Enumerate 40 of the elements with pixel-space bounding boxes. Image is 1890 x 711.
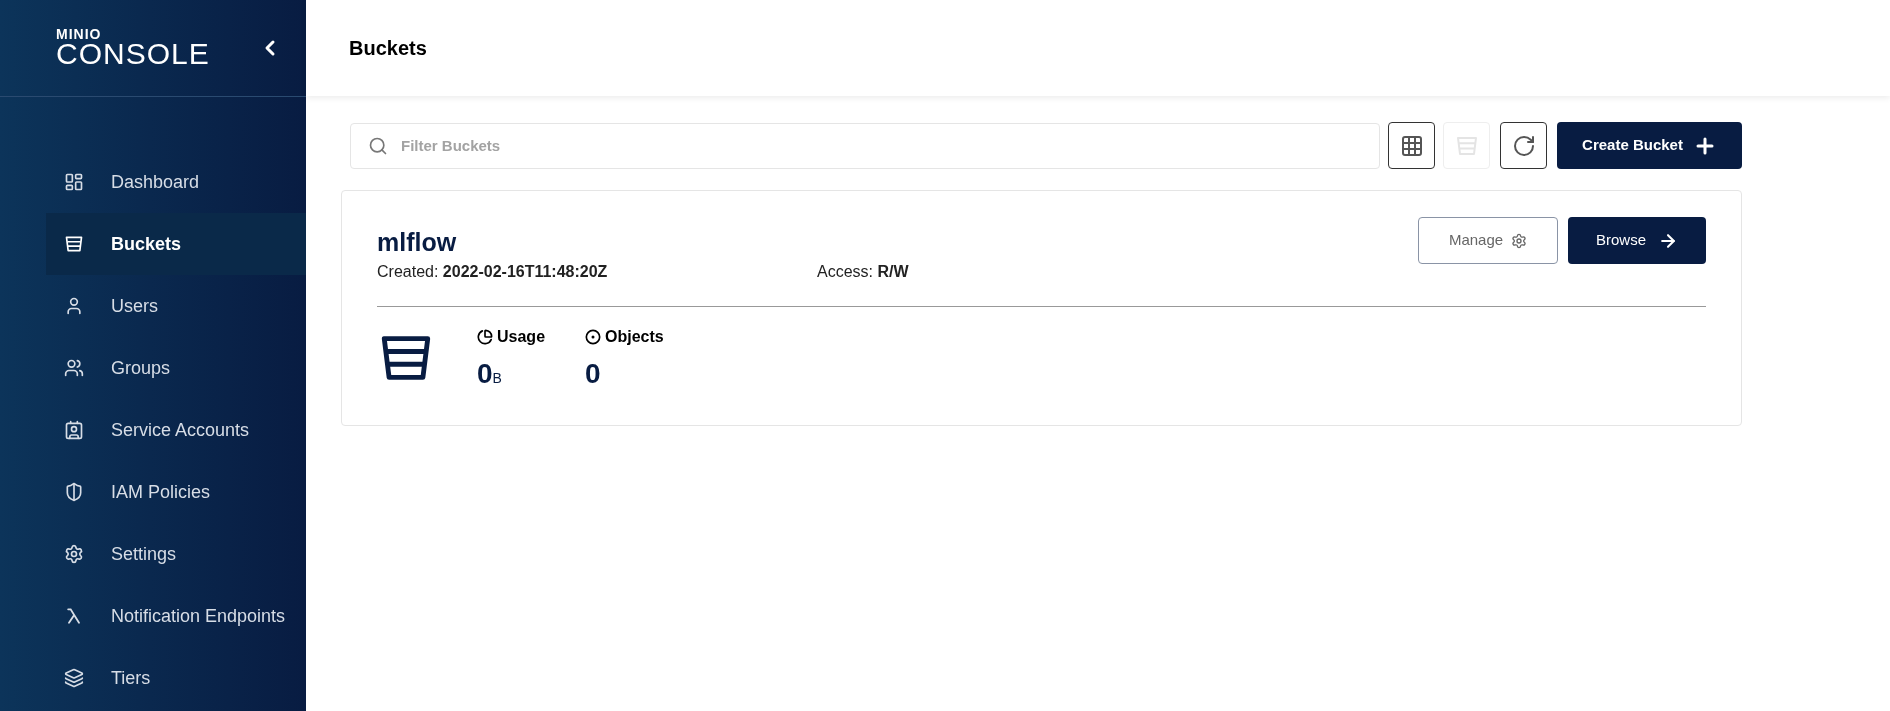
nav-item[interactable]: Service Accounts (46, 399, 306, 461)
settings-icon (64, 544, 84, 564)
nav-item[interactable]: IAM Policies (46, 461, 306, 523)
refresh-icon (1511, 133, 1536, 158)
usage-label: Usage (497, 327, 546, 348)
id-card-icon (64, 420, 84, 440)
create-bucket-button[interactable]: Create Bucket (1557, 122, 1742, 169)
refresh-button[interactable] (1500, 122, 1547, 169)
layers-icon (64, 668, 84, 688)
logo-product: CONSOLE (56, 39, 210, 69)
shield-icon (64, 482, 84, 502)
dashboard-icon (64, 172, 84, 192)
nav-item[interactable]: Tiers (46, 647, 306, 709)
objects-icon (585, 329, 602, 346)
settings-icon (1511, 232, 1528, 249)
objects-value: 0 (585, 357, 602, 392)
logo-brand: MINIO (56, 27, 103, 41)
group-icon (64, 358, 84, 378)
nav-item[interactable]: Users (46, 275, 306, 337)
nav-item[interactable]: Settings (46, 523, 306, 585)
grid-view-button[interactable] (1388, 122, 1435, 169)
bucket-name[interactable]: mlflow (377, 227, 1418, 259)
created-date: Created: 2022-02-16T11:48:20Z (377, 262, 609, 283)
usage-unit: B (492, 370, 502, 387)
search-icon (368, 135, 388, 156)
nav-item[interactable]: Buckets (46, 213, 306, 275)
access-info: Access: R/W (817, 262, 909, 283)
nav-item[interactable]: Notification Endpoints (46, 585, 306, 647)
page-title: Buckets (349, 36, 427, 61)
nav-item[interactable]: Groups (46, 337, 306, 399)
nav-item[interactable]: Dashboard (46, 151, 306, 213)
browse-button[interactable]: Browse (1568, 217, 1706, 264)
usage-value: 0 (477, 358, 493, 390)
grid-icon (1399, 133, 1424, 158)
pie-chart-icon (477, 329, 493, 346)
objects-label: Objects (605, 327, 664, 348)
search-field[interactable]: Filter Buckets (350, 122, 1380, 169)
manage-button[interactable]: Manage (1418, 217, 1558, 264)
user-icon (64, 296, 84, 316)
bucket-icon (64, 234, 84, 254)
